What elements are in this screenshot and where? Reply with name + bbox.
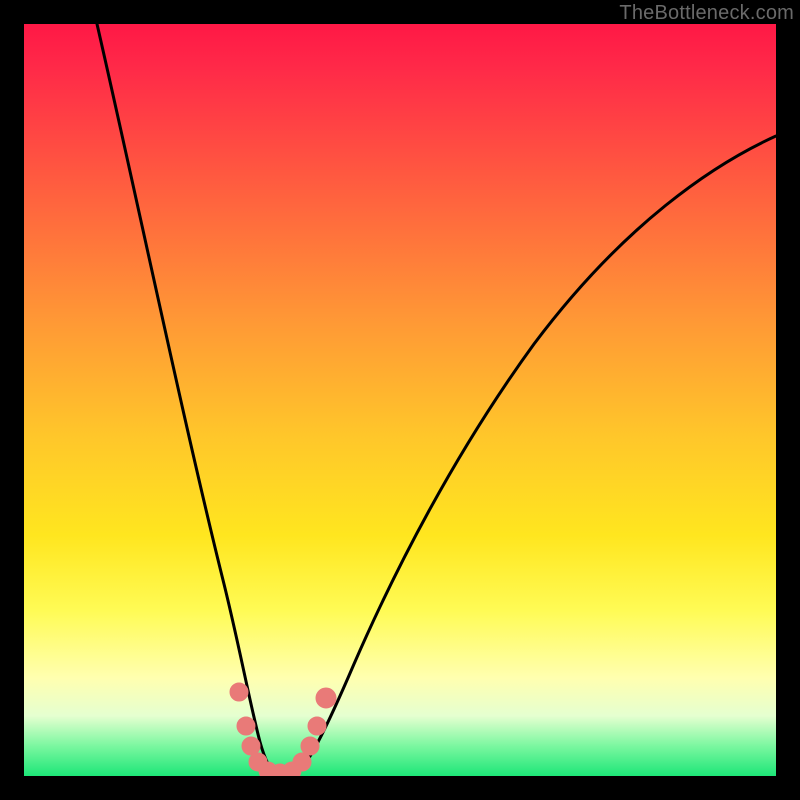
marker-dot [301, 737, 319, 755]
chart-frame [24, 24, 776, 776]
watermark-text: TheBottleneck.com [619, 2, 794, 25]
marker-dot [237, 717, 255, 735]
curve-left-branch [97, 24, 276, 774]
curve-right-branch [296, 136, 776, 774]
marker-dot [230, 683, 248, 701]
marker-group [230, 683, 336, 776]
marker-dot [308, 717, 326, 735]
marker-dot [316, 688, 336, 708]
marker-dot [242, 737, 260, 755]
chart-svg [24, 24, 776, 776]
marker-dot [293, 753, 311, 771]
